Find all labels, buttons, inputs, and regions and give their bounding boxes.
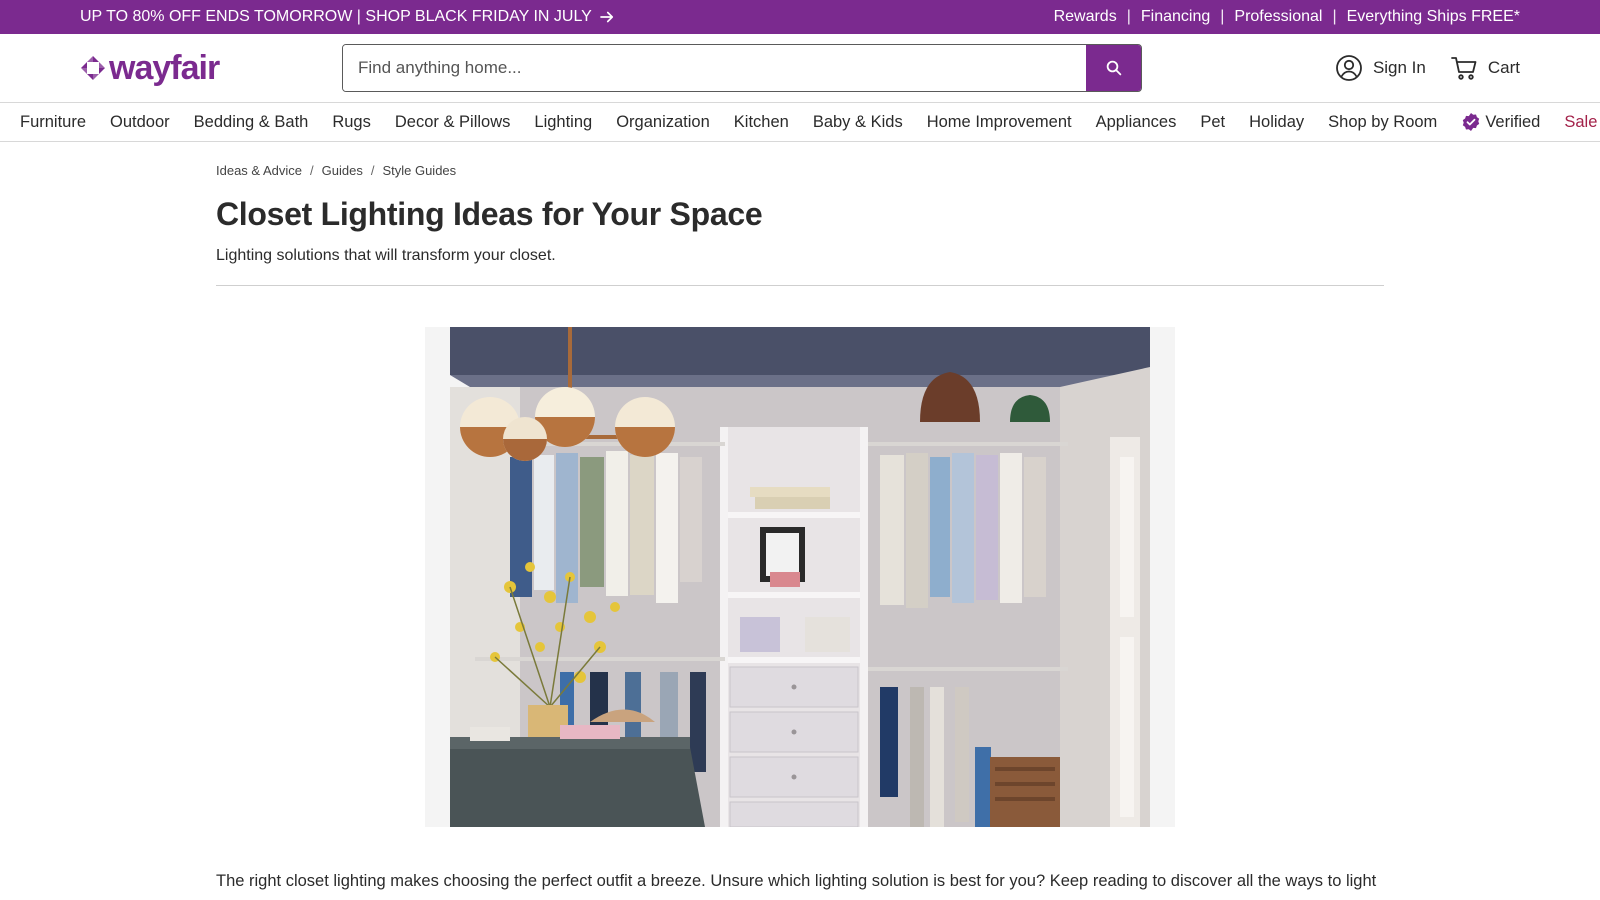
free-shipping-link[interactable]: Everything Ships FREE* — [1347, 8, 1520, 26]
nav-item-rugs[interactable]: Rugs — [332, 113, 371, 132]
search-input[interactable] — [343, 45, 1086, 91]
nav-item-shop-by-room[interactable]: Shop by Room — [1328, 113, 1437, 132]
promo-links: Rewards | Financing | Professional | Eve… — [1054, 0, 1520, 34]
nav-item-bedding-bath[interactable]: Bedding & Bath — [194, 113, 309, 132]
nav-item-home-improvement[interactable]: Home Improvement — [927, 113, 1072, 132]
page-title: Closet Lighting Ideas for Your Space — [216, 196, 763, 232]
arrow-right-icon — [600, 11, 613, 23]
nav-item-outdoor[interactable]: Outdoor — [110, 113, 170, 132]
cart-label: Cart — [1487, 58, 1520, 77]
nav-item-organization[interactable]: Organization — [616, 113, 710, 132]
promo-headline: UP TO 80% OFF ENDS TOMORROW | SHOP BLACK… — [80, 8, 592, 25]
promo-link[interactable]: UP TO 80% OFF ENDS TOMORROW | SHOP BLACK… — [80, 0, 616, 34]
nav-item-pet[interactable]: Pet — [1200, 113, 1225, 132]
promo-separator: | — [1126, 8, 1131, 25]
nav-item-baby-kids[interactable]: Baby & Kids — [813, 113, 903, 132]
nav-item-appliances[interactable]: Appliances — [1096, 113, 1177, 132]
nav-item-sale[interactable]: Sale — [1564, 113, 1597, 132]
promo-banner: UP TO 80% OFF ENDS TOMORROW | SHOP BLACK… — [0, 0, 1600, 34]
article-intro: The right closet lighting makes choosing… — [216, 872, 1377, 900]
nav-item-verified[interactable]: Verified — [1461, 112, 1540, 132]
closet-illustration — [450, 327, 1150, 827]
breadcrumb-ideas-advice[interactable]: Ideas & Advice — [216, 163, 302, 178]
category-nav: Furniture Outdoor Bedding & Bath Rugs De… — [0, 102, 1600, 142]
sign-in-button[interactable]: Sign In — [1335, 54, 1426, 82]
nav-item-lighting[interactable]: Lighting — [534, 113, 592, 132]
promo-separator: | — [1332, 8, 1337, 25]
search-bar — [342, 44, 1142, 92]
sign-in-label: Sign In — [1372, 58, 1426, 77]
site-header: wayfair Sign In Cart — [0, 34, 1600, 102]
nav-item-holiday[interactable]: Holiday — [1249, 113, 1304, 132]
cart-icon — [1450, 57, 1477, 80]
promo-separator: | — [1220, 8, 1225, 25]
page-subtitle: Lighting solutions that will transform y… — [216, 247, 556, 264]
title-divider — [216, 285, 1384, 286]
user-circle-icon — [1336, 55, 1362, 81]
logo-wordmark: wayfair — [109, 49, 220, 87]
verified-label: Verified — [1485, 112, 1541, 131]
search-button[interactable] — [1086, 45, 1141, 91]
breadcrumb-guides[interactable]: Guides — [322, 163, 363, 178]
cart-button[interactable]: Cart — [1450, 54, 1520, 82]
breadcrumb-separator: / — [370, 163, 375, 178]
hero-image — [450, 327, 1150, 827]
nav-item-furniture[interactable]: Furniture — [20, 113, 86, 132]
wayfair-logo[interactable]: wayfair — [80, 48, 220, 88]
breadcrumb-separator: / — [310, 163, 314, 178]
account-area: Sign In Cart — [1335, 34, 1520, 102]
breadcrumb-style-guides[interactable]: Style Guides — [382, 163, 456, 178]
professional-link[interactable]: Professional — [1234, 8, 1322, 26]
search-icon — [1106, 60, 1121, 76]
hero-image-frame — [425, 327, 1175, 827]
rewards-link[interactable]: Rewards — [1054, 8, 1117, 26]
verified-badge-icon — [1463, 113, 1480, 131]
breadcrumb: Ideas & Advice / Guides / Style Guides — [216, 163, 456, 178]
financing-link[interactable]: Financing — [1141, 8, 1210, 26]
logo-pinwheel-icon — [81, 56, 105, 80]
nav-item-decor-pillows[interactable]: Decor & Pillows — [395, 113, 511, 132]
nav-item-kitchen[interactable]: Kitchen — [734, 113, 789, 132]
